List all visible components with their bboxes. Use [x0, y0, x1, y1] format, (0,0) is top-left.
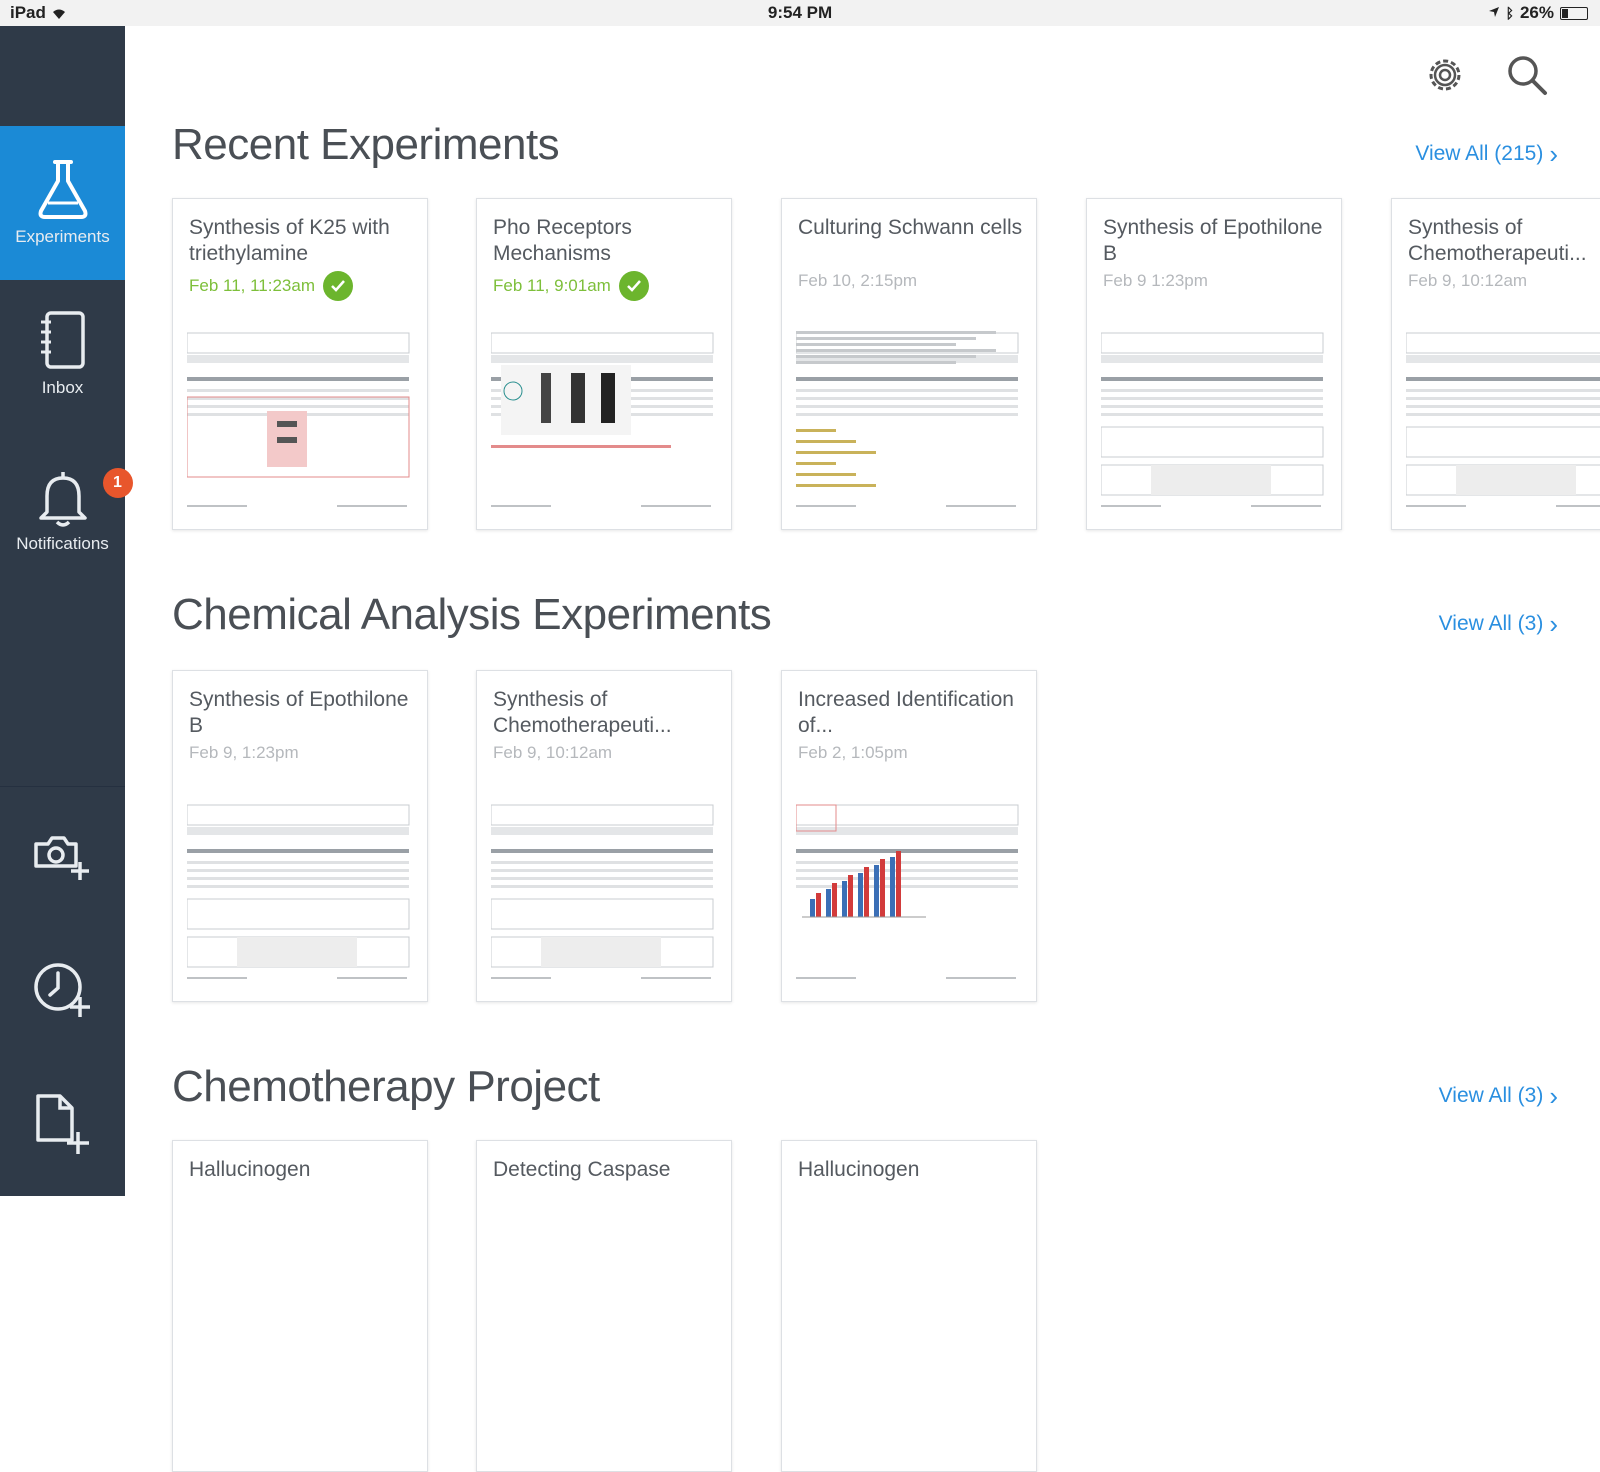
chevron-right-icon: › — [1549, 1081, 1558, 1111]
card-title: Synthesis of Epothilone B — [189, 688, 409, 737]
experiment-card[interactable]: Synthesis of Epothilone B Feb 9 1:23pm — [1086, 198, 1342, 530]
section-title: Chemotherapy Project — [172, 1062, 600, 1111]
settings-button[interactable] — [1420, 52, 1470, 102]
experiment-card[interactable]: Detecting Caspase — [476, 1140, 732, 1472]
view-all-link[interactable]: View All (3) › — [1438, 1081, 1558, 1111]
chevron-right-icon: › — [1549, 139, 1558, 169]
document-thumbnail — [1405, 325, 1600, 515]
card-title: Detecting Caspase — [493, 1158, 671, 1181]
card-date-text: Feb 9, 10:12am — [493, 743, 613, 762]
sidebar-item-label: Notifications — [16, 534, 109, 553]
experiment-card[interactable]: Synthesis of Chemotherapeuti... Feb 9, 10… — [476, 670, 732, 1002]
experiment-card[interactable]: Synthesis of Chemotherapeuti... Feb 9, 10… — [1391, 198, 1600, 530]
status-right: ᛒ 26% — [1488, 3, 1588, 23]
document-thumbnail — [186, 325, 415, 515]
notification-badge: 1 — [102, 468, 133, 498]
view-all-label: View All (215) — [1415, 142, 1544, 165]
card-title: Synthesis of Chemotherapeuti... — [1408, 216, 1587, 265]
card-date: Feb 10, 2:15pm — [798, 271, 917, 291]
document-thumbnail — [490, 797, 719, 987]
view-all-link[interactable]: View All (3) › — [1438, 609, 1558, 639]
status-time: 9:54 PM — [767, 3, 833, 22]
experiment-card[interactable]: Increased Identification of... Feb 2, 1:0… — [781, 670, 1037, 1002]
experiment-card[interactable]: Hallucinogen — [172, 1140, 428, 1472]
card-title: Hallucinogen — [189, 1158, 311, 1181]
card-title: Pho Receptors Mechanisms — [493, 216, 632, 265]
flask-icon — [36, 159, 90, 221]
card-date-text: Feb 9, 1:23pm — [189, 743, 299, 762]
document-thumbnail — [1100, 325, 1329, 515]
search-button[interactable] — [1502, 52, 1552, 102]
clock-add-icon — [32, 961, 92, 1024]
experiment-card[interactable]: Synthesis of K25 with triethylamine Feb 1… — [172, 198, 428, 530]
card-date-text: Feb 9, 10:12am — [1408, 271, 1528, 290]
location-icon — [1488, 3, 1500, 23]
card-date: Feb 11, 9:01am — [493, 271, 649, 301]
sidebar-divider — [0, 786, 125, 787]
card-date-text: Feb 9 1:23pm — [1103, 271, 1208, 290]
card-date: Feb 11, 11:23am — [189, 271, 354, 301]
document-add-icon — [32, 1092, 92, 1161]
battery-percent: 26% — [1519, 3, 1554, 22]
card-date-text: Feb 2, 1:05pm — [798, 743, 908, 762]
experiment-card[interactable]: Culturing Schwann cells Feb 10, 2:15pm — [781, 198, 1037, 530]
card-date: Feb 9, 1:23pm — [189, 743, 299, 763]
card-date-text: Feb 11, 9:01am — [493, 276, 611, 295]
sidebar-item-label: Experiments — [15, 227, 110, 246]
notebook-icon — [37, 310, 89, 372]
signed-check-icon — [323, 271, 354, 301]
sidebar-item-label: Inbox — [41, 378, 84, 397]
card-title: Culturing Schwann cells — [798, 216, 1023, 239]
search-icon — [1506, 54, 1548, 101]
card-date: Feb 9, 10:12am — [1408, 271, 1527, 291]
section-title: Chemical Analysis Experiments — [172, 590, 772, 639]
bluetooth-icon: ᛒ — [1505, 5, 1514, 21]
experiment-card[interactable]: Synthesis of Epothilone B Feb 9, 1:23pm — [172, 670, 428, 1002]
document-thumbnail — [490, 325, 719, 515]
add-document-button[interactable] — [30, 1092, 94, 1161]
card-title: Synthesis of Epothilone B — [1103, 216, 1323, 265]
card-date: Feb 2, 1:05pm — [798, 743, 908, 763]
sidebar-item-experiments[interactable]: Experiments — [0, 126, 125, 280]
card-date: Feb 9, 10:12am — [493, 743, 612, 763]
battery-icon — [1560, 6, 1588, 20]
card-date-text: Feb 11, 11:23am — [189, 276, 316, 295]
sidebar-item-notifications[interactable]: 1 Notifications — [0, 466, 133, 576]
add-timer-button[interactable] — [30, 960, 94, 1024]
card-title: Hallucinogen — [798, 1158, 920, 1181]
signed-check-icon — [618, 271, 649, 301]
card-title: Synthesis of K25 with triethylamine — [189, 216, 390, 265]
view-all-link[interactable]: View All (215) › — [1415, 139, 1558, 169]
experiment-card[interactable]: Pho Receptors Mechanisms Feb 11, 9:01am — [476, 198, 732, 530]
card-date-text: Feb 10, 2:15pm — [798, 271, 918, 290]
view-all-label: View All (3) — [1438, 1084, 1544, 1107]
add-photo-button[interactable] — [30, 826, 94, 890]
document-thumbnail — [795, 325, 1024, 515]
card-title: Synthesis of Chemotherapeuti... — [493, 688, 672, 737]
status-bar: iPad 9:54 PM ᛒ 26% — [0, 0, 1600, 26]
sidebar: Experiments Inbox 1 Notifications — [0, 26, 133, 1196]
document-thumbnail — [795, 797, 1024, 987]
section-title: Recent Experiments — [172, 120, 560, 169]
sidebar-item-inbox[interactable]: Inbox — [0, 310, 125, 420]
gear-icon — [1425, 55, 1465, 100]
bell-icon: 1 — [33, 466, 133, 528]
view-all-label: View All (3) — [1438, 612, 1544, 635]
card-title: Increased Identification of... — [798, 688, 1014, 737]
card-date: Feb 9 1:23pm — [1103, 271, 1208, 291]
document-thumbnail — [186, 797, 415, 987]
experiment-card[interactable]: Hallucinogen — [781, 1140, 1037, 1472]
camera-add-icon — [32, 830, 92, 887]
chevron-right-icon: › — [1549, 609, 1558, 639]
